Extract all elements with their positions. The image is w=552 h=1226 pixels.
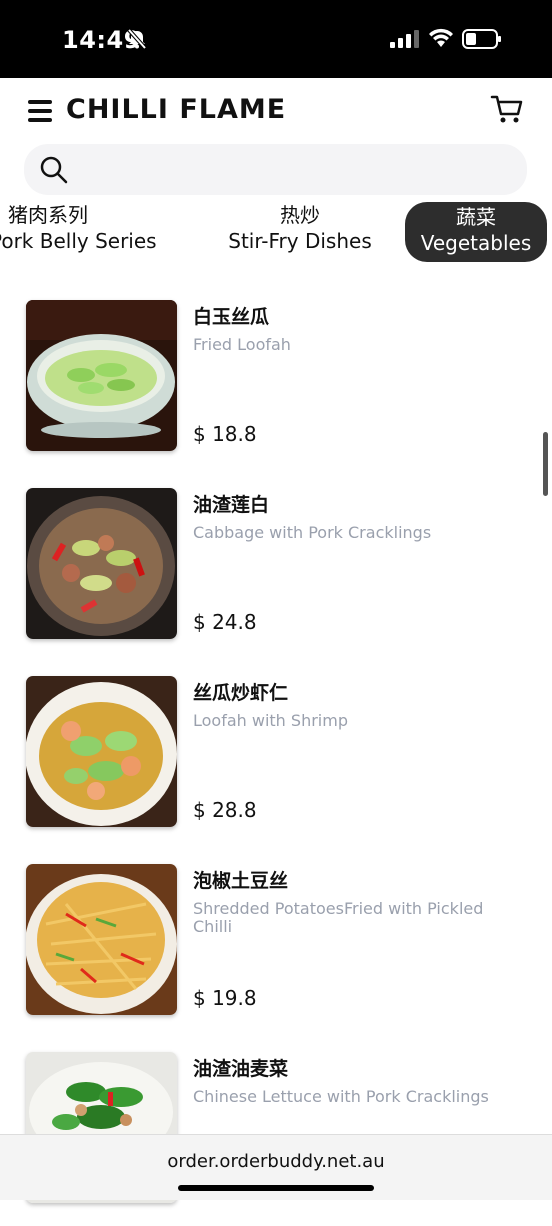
hamburger-menu-icon[interactable] <box>28 100 52 122</box>
dish-name: 白玉丝瓜 <box>193 306 270 328</box>
search-bar[interactable] <box>24 144 527 195</box>
dish-price: $ 28.8 <box>193 798 257 822</box>
dish-name: 油渣油麦菜 <box>193 1058 289 1080</box>
dish-description: Cabbage with Pork Cracklings <box>193 523 432 542</box>
dish-photo <box>26 676 177 827</box>
dish-name: 油渣莲白 <box>193 494 270 516</box>
dish-description: Chinese Lettuce with Pork Cracklings <box>193 1087 489 1106</box>
tab-label-zh: 热炒 <box>280 203 320 227</box>
menu-item[interactable]: 丝瓜炒虾仁 Loofah with Shrimp $ 28.8 <box>0 662 552 850</box>
menu-item[interactable]: 泡椒土豆丝 Shredded PotatoesFried with Pickle… <box>0 850 552 1038</box>
dish-name: 泡椒土豆丝 <box>193 870 289 892</box>
menu-item[interactable]: 白玉丝瓜 Fried Loofah $ 18.8 <box>0 286 552 474</box>
wifi-icon <box>429 28 453 47</box>
browser-url[interactable]: order.orderbuddy.net.au <box>0 1151 552 1172</box>
app-header: CHILLI FLAME <box>0 78 552 142</box>
cellular-signal-icon <box>390 30 419 48</box>
dish-description: Shredded PotatoesFried with Pickled Chil… <box>193 899 484 936</box>
status-bar: 14:49 <box>0 0 552 78</box>
dish-price: $ 24.8 <box>193 610 257 634</box>
dish-photo <box>26 300 177 451</box>
dish-description: Loofah with Shrimp <box>193 711 348 730</box>
tab-label-zh: 蔬菜 <box>456 205 496 229</box>
tab-stir-fry-dishes[interactable]: 热炒 Stir-Fry Dishes <box>220 202 380 262</box>
browser-bottom-bar: order.orderbuddy.net.au <box>0 1134 552 1200</box>
dish-description: Fried Loofah <box>193 335 291 354</box>
brand-title: CHILLI FLAME <box>66 94 287 125</box>
dish-photo <box>26 488 177 639</box>
category-tabs: 猪肉系列 Pork Belly Series 热炒 Stir-Fry Dishe… <box>0 198 552 266</box>
battery-icon <box>462 29 501 49</box>
tab-label-en: Vegetables <box>420 231 532 255</box>
cart-icon[interactable] <box>490 94 524 124</box>
bell-slash-icon <box>127 28 147 50</box>
tab-label-en: Stir-Fry Dishes <box>228 229 372 253</box>
dish-price: $ 18.8 <box>193 422 257 446</box>
dish-name: 丝瓜炒虾仁 <box>193 682 289 704</box>
dish-photo <box>26 864 177 1015</box>
tab-label-en: Pork Belly Series <box>0 229 157 253</box>
menu-item[interactable]: 油渣莲白 Cabbage with Pork Cracklings $ 24.8 <box>0 474 552 662</box>
search-icon <box>40 156 68 184</box>
scrollbar[interactable] <box>543 432 548 496</box>
tab-label-zh: 猪肉系列 <box>8 203 88 227</box>
tab-pork-belly-series[interactable]: 猪肉系列 Pork Belly Series <box>0 202 190 262</box>
home-indicator <box>178 1185 374 1191</box>
tab-vegetables[interactable]: 蔬菜 Vegetables <box>405 202 547 262</box>
dish-price: $ 19.8 <box>193 986 257 1010</box>
